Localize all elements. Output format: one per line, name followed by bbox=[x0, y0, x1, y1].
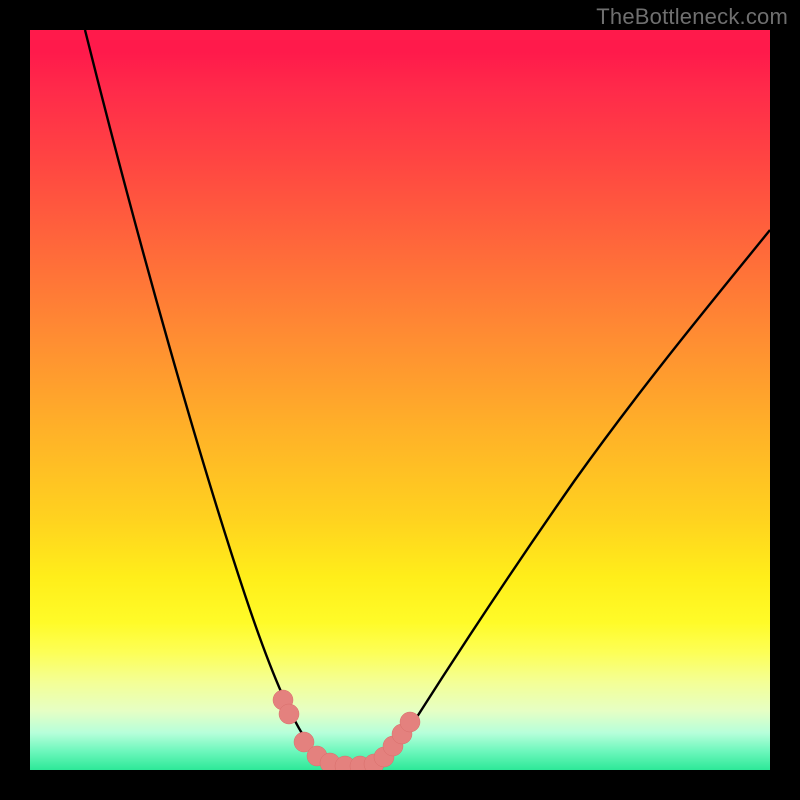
watermark-text: TheBottleneck.com bbox=[596, 4, 788, 30]
right-curve bbox=[370, 230, 770, 770]
plot-area bbox=[30, 30, 770, 770]
left-curve bbox=[85, 30, 345, 770]
chart-frame: TheBottleneck.com bbox=[0, 0, 800, 800]
curve-layer bbox=[30, 30, 770, 770]
marker-group bbox=[273, 690, 420, 770]
marker-dot bbox=[279, 704, 299, 724]
marker-dot bbox=[400, 712, 420, 732]
